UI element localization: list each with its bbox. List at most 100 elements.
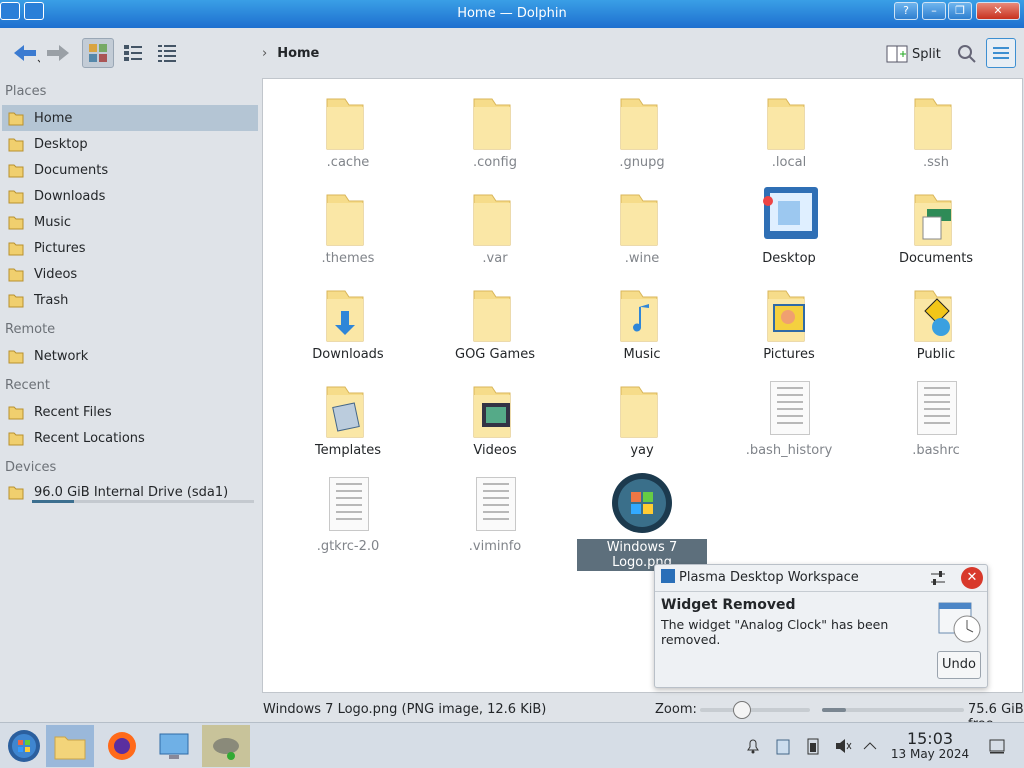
- file-name: Documents: [898, 251, 974, 266]
- sidebar-item-recent-locations[interactable]: Recent Locations: [2, 425, 258, 451]
- split-button[interactable]: Split: [886, 44, 941, 64]
- file-item[interactable]: Public: [871, 279, 1001, 362]
- sidebar-item-label: Recent Files: [34, 404, 112, 420]
- start-menu-button[interactable]: [0, 725, 48, 767]
- status-bar: Windows 7 Logo.png (PNG image, 12.6 KiB)…: [0, 696, 1024, 732]
- file-item[interactable]: .cache: [283, 87, 413, 170]
- file-name: .cache: [326, 155, 370, 170]
- forward-button[interactable]: [44, 38, 74, 68]
- notification-settings-button[interactable]: [929, 569, 947, 587]
- file-item[interactable]: .gnupg: [577, 87, 707, 170]
- minimize-button[interactable]: –: [922, 2, 946, 20]
- hamburger-menu-button[interactable]: [986, 38, 1016, 68]
- notification-app-name: Plasma Desktop Workspace: [679, 570, 859, 585]
- sidebar-item-trash[interactable]: Trash: [2, 287, 258, 313]
- breadcrumb-home[interactable]: Home: [277, 46, 319, 61]
- folder-public-icon: [903, 279, 969, 345]
- drive-usage-bar: [32, 500, 254, 503]
- details-view-icon: [158, 45, 176, 62]
- clipboard-tray-icon[interactable]: [774, 737, 792, 759]
- notification-divider: [655, 591, 987, 592]
- sidebar-item-downloads[interactable]: Downloads: [2, 183, 258, 209]
- firefox-task[interactable]: [98, 725, 146, 767]
- sidebar-item-label: Recent Locations: [34, 430, 145, 446]
- file-name: .viminfo: [468, 539, 522, 554]
- sidebar-item-videos[interactable]: Videos: [2, 261, 258, 287]
- notification-header: Plasma Desktop Workspace: [661, 569, 859, 585]
- section-places: Places: [5, 84, 47, 99]
- sidebar-item-label: Music: [34, 214, 71, 230]
- dolphin-icon: [54, 736, 86, 760]
- close-button[interactable]: ✕: [976, 2, 1020, 20]
- trash-icon: [8, 292, 24, 308]
- volume-muted-icon[interactable]: [834, 737, 852, 759]
- file-item[interactable]: Windows 7 Logo.png: [577, 471, 707, 571]
- chevron-up-icon[interactable]: [862, 737, 878, 759]
- text-file-icon: [462, 471, 528, 537]
- file-name: .themes: [321, 251, 375, 266]
- file-item[interactable]: .var: [430, 183, 560, 266]
- file-name: Public: [916, 347, 956, 362]
- file-item[interactable]: .local: [724, 87, 854, 170]
- file-item[interactable]: .gtkrc-2.0: [283, 471, 413, 554]
- file-item[interactable]: .bash_history: [724, 375, 854, 458]
- places-panel: Places Remote Recent Devices Home Desktop…: [0, 78, 262, 718]
- sidebar-item-network[interactable]: Network: [2, 343, 258, 369]
- maximize-button[interactable]: ❐: [948, 2, 972, 20]
- folder-icon: [462, 87, 528, 153]
- gimp-task[interactable]: [202, 725, 250, 767]
- details-view-button[interactable]: [152, 38, 182, 68]
- file-item[interactable]: Pictures: [724, 279, 854, 362]
- help-button[interactable]: ?: [894, 2, 918, 20]
- show-desktop-icon[interactable]: [988, 737, 1006, 759]
- file-name: Templates: [314, 443, 382, 458]
- title-bar[interactable]: Home — Dolphin ? – ❐ ✕: [0, 0, 1024, 28]
- file-item[interactable]: .ssh: [871, 87, 1001, 170]
- notification-body: Widget Removed The widget "Analog Clock"…: [661, 597, 921, 647]
- gimp-icon: [213, 738, 239, 760]
- file-item[interactable]: .themes: [283, 183, 413, 266]
- file-name: .ssh: [923, 155, 949, 170]
- sidebar-item-desktop[interactable]: Desktop: [2, 131, 258, 157]
- file-item[interactable]: Documents: [871, 183, 1001, 266]
- sidebar-item-label: Pictures: [34, 240, 86, 256]
- window-title: Home — Dolphin: [457, 6, 567, 21]
- search-button[interactable]: [957, 44, 977, 68]
- undo-button[interactable]: Undo: [937, 651, 981, 679]
- file-name: .gtkrc-2.0: [316, 539, 380, 554]
- zoom-slider[interactable]: [700, 701, 810, 719]
- clock-date: 13 May 2024: [890, 747, 970, 761]
- notification-close-button[interactable]: ✕: [961, 567, 983, 589]
- file-item[interactable]: .viminfo: [430, 471, 560, 554]
- sidebar-item-documents[interactable]: Documents: [2, 157, 258, 183]
- back-button[interactable]: [8, 38, 42, 68]
- sidebar-item-recent-files[interactable]: Recent Files: [2, 399, 258, 425]
- file-item[interactable]: yay: [577, 375, 707, 458]
- drive-usage-fill: [32, 500, 75, 503]
- file-item[interactable]: .config: [430, 87, 560, 170]
- file-item[interactable]: Desktop: [724, 183, 854, 266]
- notifications-tray-icon[interactable]: [744, 737, 762, 759]
- selection-info: Windows 7 Logo.png (PNG image, 12.6 KiB): [263, 702, 547, 717]
- zoom-slider-handle[interactable]: [733, 701, 751, 719]
- battery-tray-icon[interactable]: [804, 737, 822, 759]
- file-item[interactable]: .bashrc: [871, 375, 1001, 458]
- section-devices: Devices: [5, 460, 57, 475]
- file-item[interactable]: Templates: [283, 375, 413, 458]
- notification-popup[interactable]: Plasma Desktop Workspace ✕ Widget Remove…: [654, 564, 988, 688]
- file-name: Downloads: [312, 347, 384, 362]
- file-item[interactable]: .wine: [577, 183, 707, 266]
- file-item[interactable]: Videos: [430, 375, 560, 458]
- sidebar-item-pictures[interactable]: Pictures: [2, 235, 258, 261]
- compact-view-button[interactable]: [118, 38, 148, 68]
- file-item[interactable]: GOG Games: [430, 279, 560, 362]
- breadcrumb[interactable]: › Home: [262, 46, 319, 61]
- file-item[interactable]: Downloads: [283, 279, 413, 362]
- icons-view-button[interactable]: [82, 38, 114, 68]
- dolphin-task[interactable]: [46, 725, 94, 767]
- digital-clock[interactable]: 15:03 13 May 2024: [886, 731, 974, 762]
- system-settings-task[interactable]: [150, 725, 198, 767]
- sidebar-item-home[interactable]: Home: [2, 105, 258, 131]
- file-item[interactable]: Music: [577, 279, 707, 362]
- sidebar-item-music[interactable]: Music: [2, 209, 258, 235]
